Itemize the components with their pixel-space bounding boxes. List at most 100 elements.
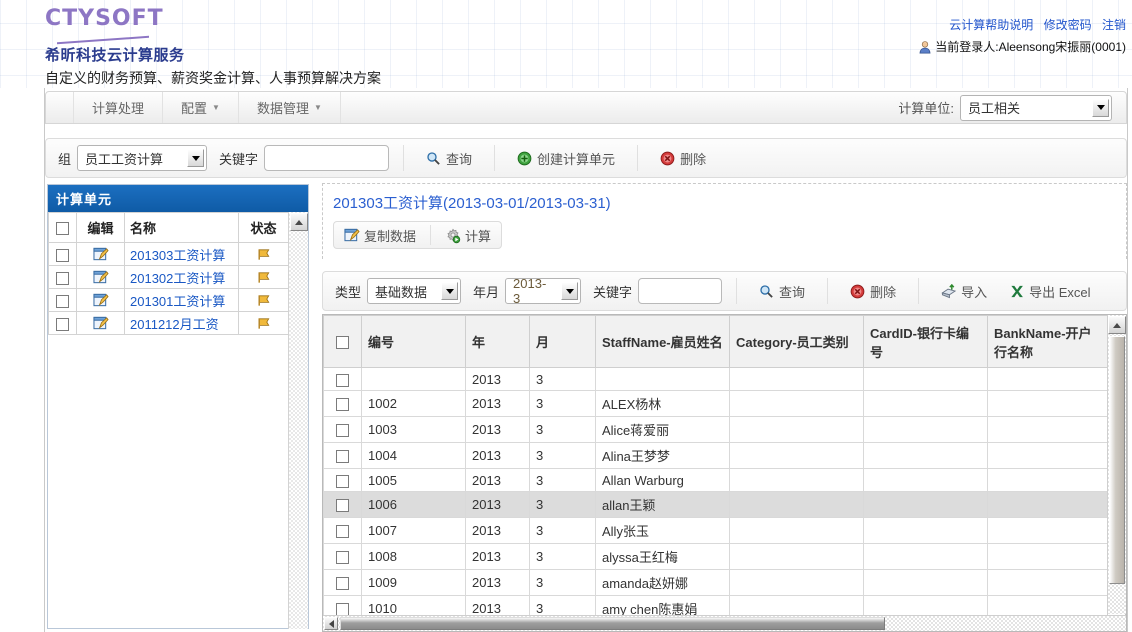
calc-unit-scrollbar[interactable] xyxy=(288,212,308,629)
grid-column-header-bankname[interactable]: BankName-开户行名称 xyxy=(987,315,1110,368)
select-all-checkbox[interactable] xyxy=(56,222,69,236)
column-header-edit: 编辑 xyxy=(76,212,125,243)
calc-unit-selector-group: 计算单位: 员工相关 xyxy=(898,92,1126,123)
grid-horizontal-scrollbar[interactable] xyxy=(323,615,1126,631)
grid-column-header-category[interactable]: Category-员工类别 xyxy=(729,315,864,368)
grid-column-header-staffname[interactable]: StaffName-雇员姓名 xyxy=(595,315,730,368)
table-row[interactable]: 1004 2013 3 Alina王梦梦 xyxy=(323,442,1110,469)
row-edit-cell[interactable] xyxy=(76,288,125,312)
row-checkbox[interactable] xyxy=(56,248,69,262)
grid-column-header-month[interactable]: 月 xyxy=(529,315,596,368)
cell-category xyxy=(729,367,864,391)
type-select[interactable]: 基础数据 xyxy=(367,278,462,304)
row-checkbox[interactable] xyxy=(336,551,349,565)
row-edit-cell[interactable] xyxy=(76,311,125,335)
data-keyword-input[interactable] xyxy=(638,278,723,304)
calc-unit-link[interactable]: 201302工资计算 xyxy=(130,271,225,286)
edit-icon[interactable] xyxy=(93,316,109,331)
cell-staffname: allan王颖 xyxy=(595,491,730,518)
grid-horizontal-scroll-thumb[interactable] xyxy=(340,617,885,630)
search-button[interactable]: 查询 xyxy=(418,146,480,171)
link-logout[interactable]: 注销 xyxy=(1102,18,1126,32)
chevron-down-icon[interactable] xyxy=(187,149,205,167)
table-row[interactable]: 1006 2013 3 allan王颖 xyxy=(323,491,1110,518)
chevron-down-icon[interactable] xyxy=(441,282,459,300)
grid-select-all-checkbox[interactable] xyxy=(336,336,349,350)
row-checkbox[interactable] xyxy=(336,474,349,488)
table-row[interactable]: 1002 2013 3 ALEX杨林 xyxy=(323,390,1110,417)
menu-item-config[interactable]: 配置 ▼ xyxy=(163,92,239,123)
link-help[interactable]: 云计算帮助说明 xyxy=(949,18,1033,32)
table-row[interactable]: 1003 2013 3 Alice蒋爱丽 xyxy=(323,416,1110,443)
group-select[interactable]: 员工工资计算 xyxy=(77,145,208,171)
cell-category xyxy=(729,491,864,518)
table-row[interactable]: 1008 2013 3 alyssa王红梅 xyxy=(323,543,1110,570)
cell-bankname xyxy=(987,442,1110,469)
row-checkbox[interactable] xyxy=(56,317,69,331)
table-row[interactable]: 2013 3 xyxy=(323,367,1110,391)
row-checkbox-cell xyxy=(48,288,77,312)
row-name-cell: 201301工资计算 xyxy=(124,288,239,312)
grid-vertical-scroll-thumb[interactable] xyxy=(1109,336,1125,584)
row-checkbox[interactable] xyxy=(336,373,349,387)
row-checkbox[interactable] xyxy=(336,525,349,539)
row-edit-cell[interactable] xyxy=(76,265,125,289)
edit-icon[interactable] xyxy=(93,247,109,262)
delete-circle-icon xyxy=(850,284,865,299)
delete-button[interactable]: 删除 xyxy=(652,146,714,171)
calc-unit-link[interactable]: 201303工资计算 xyxy=(130,248,225,263)
chevron-down-icon[interactable] xyxy=(1092,98,1109,117)
table-row[interactable]: 201303工资计算 xyxy=(48,242,289,266)
table-row[interactable]: 2011212月工资 xyxy=(48,311,289,335)
data-grid-body: 2013 3 1002 2013 3 ALEX杨林 1003 2013 3 Al… xyxy=(323,367,1110,631)
calc-unit-select[interactable]: 员工相关 xyxy=(960,94,1112,121)
menu-item-calc-process[interactable]: 计算处理 xyxy=(74,92,164,123)
cell-id: 1008 xyxy=(361,543,466,570)
link-change-password[interactable]: 修改密码 xyxy=(1044,18,1092,32)
row-checkbox[interactable] xyxy=(56,271,69,285)
row-checkbox[interactable] xyxy=(336,499,349,513)
grid-column-header-id[interactable]: 编号 xyxy=(361,315,466,368)
table-row[interactable]: 1007 2013 3 Ally张玉 xyxy=(323,517,1110,544)
table-row[interactable]: 201301工资计算 xyxy=(48,288,289,312)
grid-column-header-cardid[interactable]: CardID-银行卡编号 xyxy=(863,315,988,368)
detail-title: 201303工资计算(2013-03-01/2013-03-31) xyxy=(333,195,611,212)
edit-icon[interactable] xyxy=(93,270,109,285)
import-button[interactable]: 导入 xyxy=(933,279,995,304)
calc-unit-link[interactable]: 201301工资计算 xyxy=(130,294,225,309)
row-checkbox-cell xyxy=(323,390,362,417)
scroll-up-button[interactable] xyxy=(289,213,308,231)
row-checkbox[interactable] xyxy=(336,450,349,464)
yearmonth-value: 2013-3 xyxy=(513,276,547,306)
row-checkbox-cell xyxy=(323,468,362,492)
grid-vertical-scrollbar[interactable] xyxy=(1107,315,1126,631)
row-checkbox[interactable] xyxy=(56,294,69,308)
data-delete-button[interactable]: 删除 xyxy=(842,279,904,304)
grid-column-header-year[interactable]: 年 xyxy=(465,315,530,368)
chevron-down-icon[interactable] xyxy=(561,282,579,300)
row-checkbox[interactable] xyxy=(336,424,349,438)
grid-scroll-left-button[interactable] xyxy=(324,617,338,630)
calc-unit-link[interactable]: 2011212月工资 xyxy=(130,317,219,332)
create-calc-unit-button[interactable]: 创建计算单元 xyxy=(509,146,623,171)
delete-circle-icon xyxy=(660,151,675,166)
cell-id: 1006 xyxy=(361,491,466,518)
table-row[interactable]: 1005 2013 3 Allan Warburg xyxy=(323,468,1110,492)
row-checkbox-cell xyxy=(323,367,362,391)
yearmonth-select[interactable]: 2013-3 xyxy=(505,276,582,306)
copy-data-button[interactable]: 复制数据 xyxy=(336,223,424,248)
row-checkbox[interactable] xyxy=(336,577,349,591)
edit-icon[interactable] xyxy=(93,293,109,308)
data-search-button[interactable]: 查询 xyxy=(751,279,813,304)
menu-item-data-management[interactable]: 数据管理 ▼ xyxy=(239,92,341,123)
table-row[interactable]: 1009 2013 3 amanda赵妍娜 xyxy=(323,569,1110,596)
export-excel-button[interactable]: 导出 Excel xyxy=(1001,279,1098,304)
cell-year: 2013 xyxy=(465,543,530,570)
keyword-input[interactable] xyxy=(264,145,390,171)
row-edit-cell[interactable] xyxy=(76,242,125,266)
table-row[interactable]: 201302工资计算 xyxy=(48,265,289,289)
calculate-button[interactable]: 计算 xyxy=(437,223,499,248)
row-checkbox[interactable] xyxy=(336,398,349,412)
cell-category xyxy=(729,543,864,570)
grid-scroll-up-button[interactable] xyxy=(1108,316,1126,334)
